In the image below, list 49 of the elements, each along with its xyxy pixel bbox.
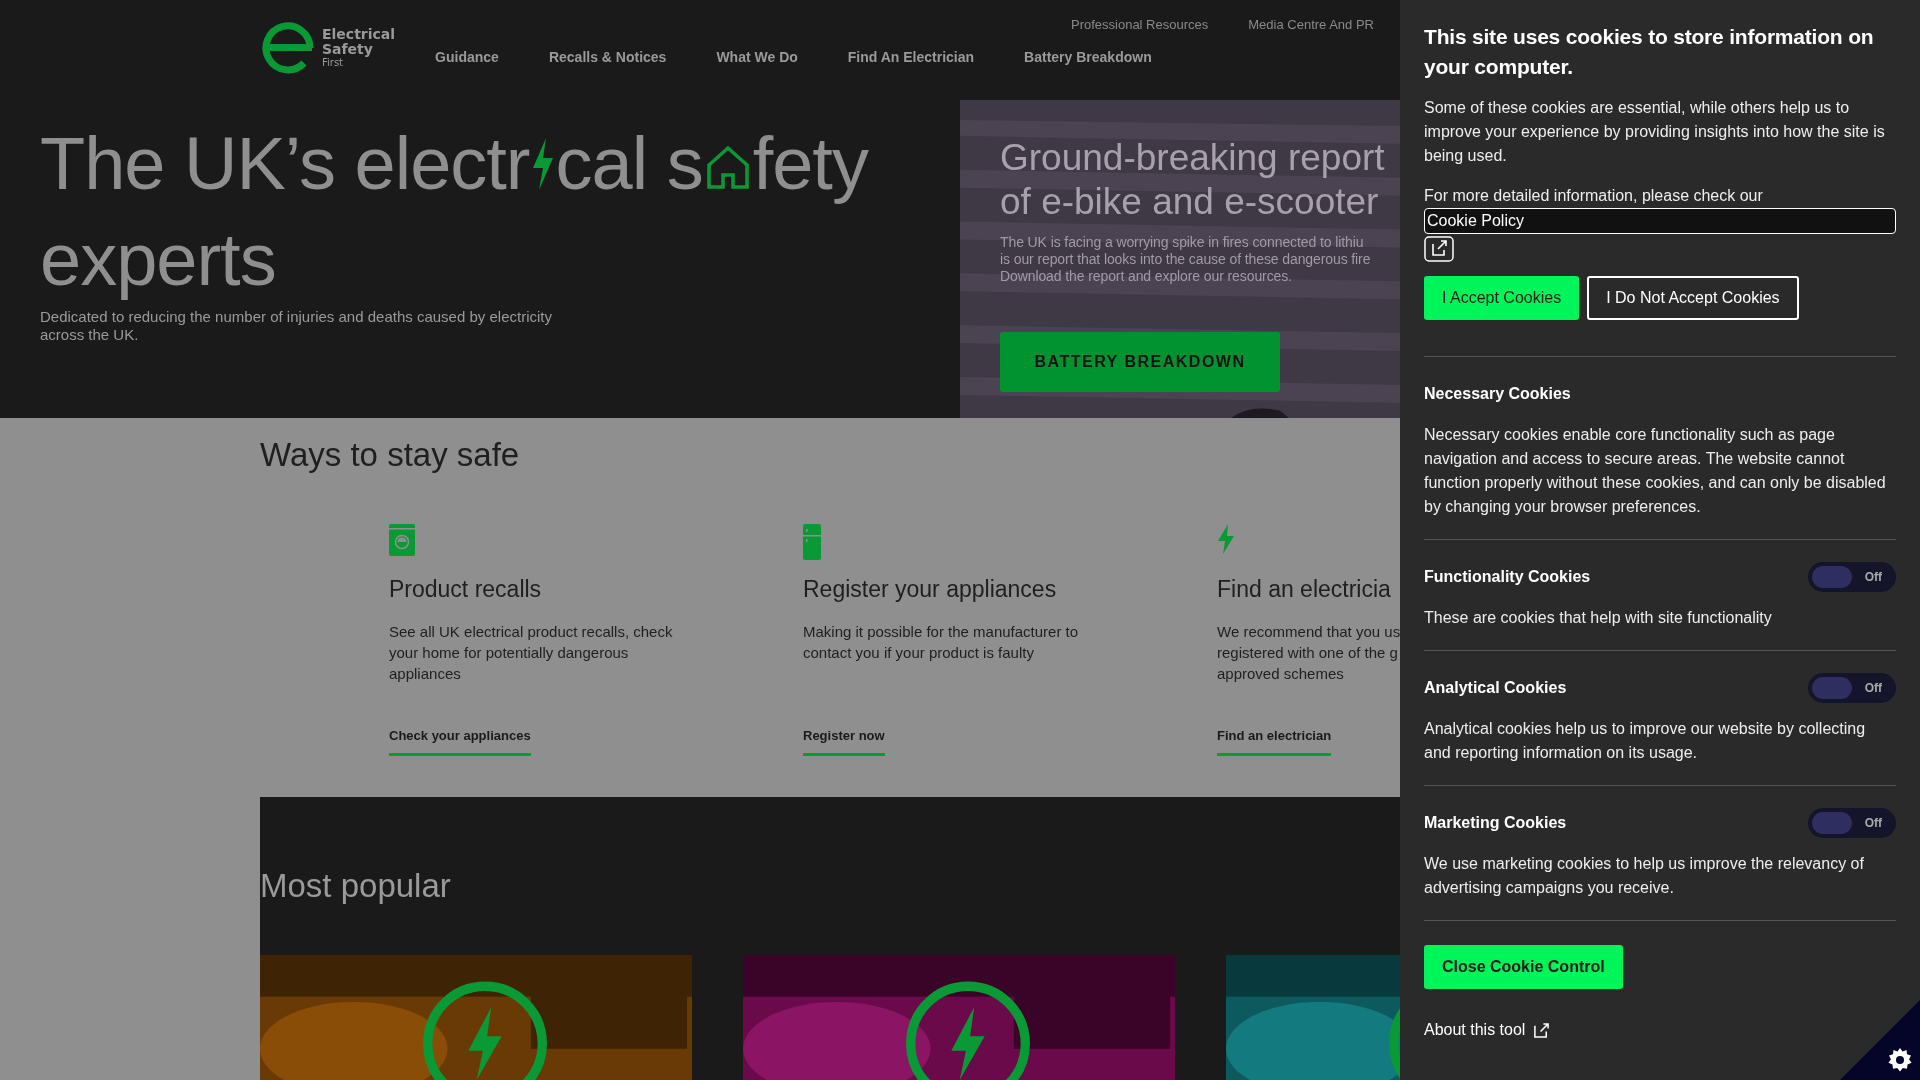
card-title: Find an electricia — [1217, 576, 1391, 604]
card-title: Product recalls — [389, 576, 542, 604]
nav-link[interactable]: Recalls & Notices — [548, 49, 667, 65]
cookie-category-description: Necessary cookies enable core functionality such as page navigation and access to secure areas. The website cannot function properly without these cookies, and can only be disabled by changing your browser preferences. — [1424, 425, 1887, 517]
section-heading: Most popular — [260, 867, 452, 905]
cookie-intro: Some of these cookies are essential, while others help us to improve your experience by providing insights into how the site is being used. — [1424, 98, 1886, 166]
close-cookie-control-button[interactable]: Close Cookie Control — [1424, 945, 1623, 989]
logo-text: First — [322, 57, 345, 69]
card-title: Register your appliances — [803, 576, 1057, 604]
cookie-category-title: Necessary Cookies — [1424, 385, 1571, 403]
reject-cookies-button[interactable]: I Do Not Accept Cookies — [1587, 276, 1799, 320]
hero-subtitle: Dedicated to reducing the number of injuries and deaths caused by electricity across the UK. — [40, 307, 553, 344]
nav-link[interactable]: What We Do — [716, 49, 798, 65]
card-description: We recommend that you us registered with one of the g approved schemes — [1217, 622, 1401, 685]
cookie-category-description: Analytical cookies help us to improve our website by collecting and reporting information on its usage. — [1424, 719, 1867, 763]
top-link[interactable]: Professional Resources — [1070, 17, 1209, 32]
cookie-title: This site uses cookies to store information on your computer. — [1424, 24, 1875, 80]
cookie-policy-link[interactable]: Cookie Policy — [1424, 208, 1896, 234]
card-link[interactable]: Check your appliances — [389, 728, 531, 757]
card-link[interactable]: Register now — [803, 728, 885, 757]
cookie-toggle[interactable]: Off — [1808, 808, 1896, 838]
cookie-category-description: We use marketing cookies to help us improve the relevancy of advertising campaigns you receive. — [1424, 854, 1865, 898]
card-description: See all UK electrical product recalls, check your home for potentially dangerous appliances — [389, 622, 673, 685]
hero-title-text: fety — [752, 120, 868, 207]
about-tool-link[interactable]: About this tool — [1424, 1021, 1551, 1039]
cookie-toggle[interactable]: Off — [1808, 562, 1896, 592]
cookie-category-title: Analytical Cookies — [1424, 679, 1567, 697]
card-description: Making it possible for the manufacturer to contact you if your product is faulty — [803, 622, 1079, 664]
hero-title-text: The UK’s electr — [40, 120, 530, 207]
nav-link[interactable]: Find An Electrician — [847, 49, 975, 65]
logo-text: Electrical — [322, 27, 396, 42]
cookie-toggle[interactable]: Off — [1808, 673, 1896, 703]
cookie-category-title: Marketing Cookies — [1424, 814, 1567, 832]
hero-title-text: cal s — [555, 120, 703, 207]
logo[interactable]: Electrical Safety First — [260, 20, 396, 76]
card-link[interactable]: Find an electrician — [1217, 728, 1332, 757]
cookie-category-title: Functionality Cookies — [1424, 568, 1591, 586]
promo-text: The UK is facing a worrying spike in fires connected to lithiu is our report that looks into the cause of these dangerous fire Download the report and explore our resources. — [1000, 233, 1372, 285]
nav-link[interactable]: Battery Breakdown — [1024, 49, 1152, 65]
policy-text: For more detailed information, please check our — [1424, 186, 1764, 206]
cookie-category-description: These are cookies that help with site functionality — [1424, 608, 1773, 628]
accept-cookies-button[interactable]: I Accept Cookies — [1424, 276, 1580, 320]
logo-text: Safety — [322, 42, 374, 57]
hero-title-text: experts — [40, 216, 276, 303]
nav-link[interactable]: Guidance — [435, 49, 499, 65]
battery-breakdown-button[interactable]: BATTERY BREAKDOWN — [1000, 331, 1280, 392]
section-heading: Ways to stay safe — [260, 436, 521, 475]
promo-heading: Ground-breaking report of e-bike and e-scooter — [1000, 135, 1386, 224]
top-link[interactable]: Media Centre And PR — [1248, 17, 1374, 32]
